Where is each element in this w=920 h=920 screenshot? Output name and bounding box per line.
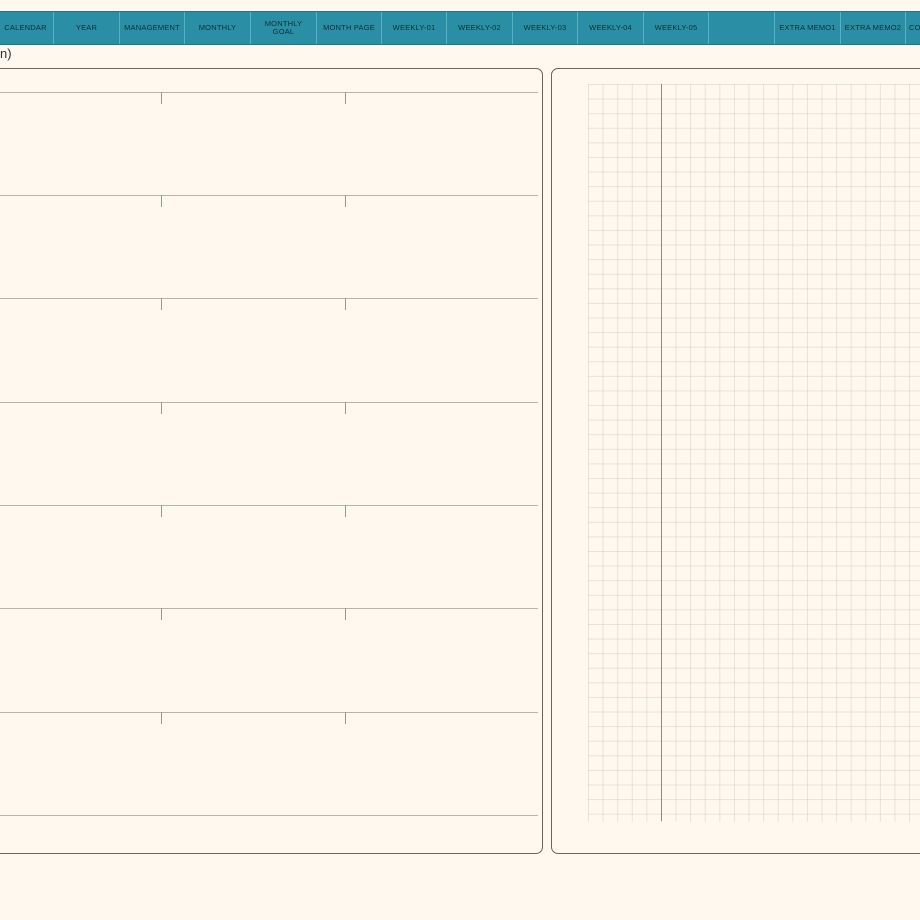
planner-page: CALENDAR YEAR MANAGEMENT MONTHLY MONTHLY… (0, 0, 920, 920)
tab-weekly-01[interactable]: WEEKLY-01 (382, 12, 447, 44)
tab-monthly-goal[interactable]: MONTHLY GOAL (251, 12, 317, 44)
tab-extra-memo2[interactable]: EXTRA MEMO2 (841, 12, 906, 44)
row-tick (161, 712, 162, 724)
row-divider-3 (0, 298, 538, 299)
row-divider-6 (0, 608, 538, 609)
row-tick (345, 298, 346, 310)
row-tick (161, 92, 162, 104)
grid-margin-line (661, 84, 662, 821)
tab-month-page[interactable]: MONTH PAGE (317, 12, 382, 44)
row-tick (345, 608, 346, 620)
tab-extra-memo1[interactable]: EXTRA MEMO1 (775, 12, 841, 44)
row-divider-7 (0, 712, 538, 713)
row-tick (345, 402, 346, 414)
row-tick (161, 195, 162, 207)
tab-weekly-05[interactable]: WEEKLY-05 (644, 12, 709, 44)
row-divider-8 (0, 815, 538, 816)
tab-weekly-03[interactable]: WEEKLY-03 (513, 12, 578, 44)
row-tick (345, 195, 346, 207)
row-tick (345, 712, 346, 724)
row-divider-4 (0, 402, 538, 403)
tab-blank[interactable] (709, 12, 775, 44)
tab-extra-cut[interactable]: CO (906, 12, 920, 44)
row-tick (161, 608, 162, 620)
tab-management[interactable]: MANAGEMENT (120, 12, 185, 44)
tab-monthly[interactable]: MONTHLY (185, 12, 251, 44)
row-tick (345, 92, 346, 104)
tab-year[interactable]: YEAR (54, 12, 120, 44)
row-tick (161, 505, 162, 517)
page-label-fragment: n) (0, 46, 12, 61)
top-navigation-bar: CALENDAR YEAR MANAGEMENT MONTHLY MONTHLY… (0, 11, 920, 45)
row-tick (161, 402, 162, 414)
left-notes-panel (0, 68, 543, 854)
row-divider-5 (0, 505, 538, 506)
tab-weekly-04[interactable]: WEEKLY-04 (578, 12, 644, 44)
tab-calendar[interactable]: CALENDAR (0, 12, 54, 44)
grid-paper (588, 84, 920, 822)
row-tick (345, 505, 346, 517)
row-divider-1 (0, 92, 538, 93)
row-divider-2 (0, 195, 538, 196)
tab-weekly-02[interactable]: WEEKLY-02 (447, 12, 513, 44)
row-tick (161, 298, 162, 310)
